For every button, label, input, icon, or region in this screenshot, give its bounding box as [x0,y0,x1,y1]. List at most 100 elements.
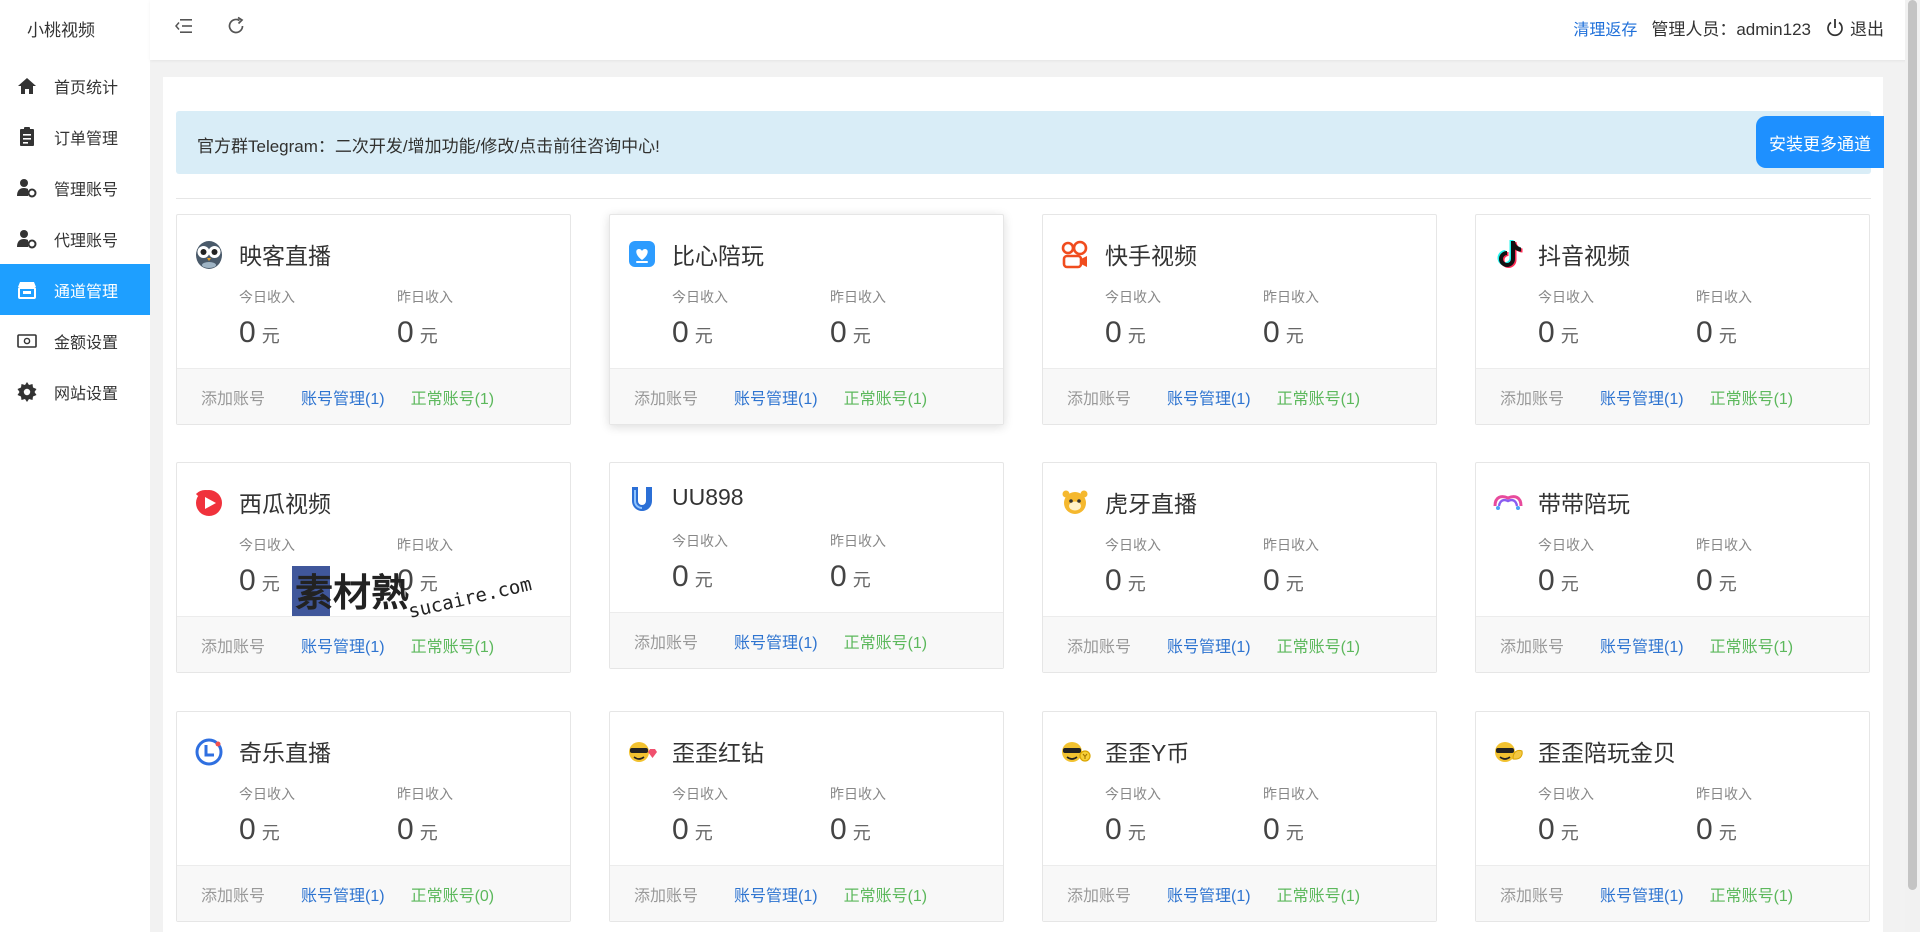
normal-accounts-link[interactable]: 正常账号(1) [844,385,928,409]
card-footer: 添加账号 账号管理(1) 正常账号(1) [177,368,570,424]
normal-accounts-link[interactable]: 正常账号(0) [411,882,495,906]
currency-unit: 元 [1285,326,1304,346]
normal-accounts-link[interactable]: 正常账号(1) [844,629,928,653]
normal-accounts-link[interactable]: 正常账号(1) [1710,385,1794,409]
sidebar-item-amount-settings[interactable]: 金额设置 [0,315,150,366]
normal-accounts-link[interactable]: 正常账号(1) [411,633,495,657]
yesterday-income: 昨日收入 0元 [1263,287,1319,350]
normal-accounts-link[interactable]: 正常账号(1) [1277,385,1361,409]
today-income-value: 0 [1538,813,1555,846]
card-footer: 添加账号 账号管理(1) 正常账号(1) [1476,368,1869,424]
add-account-link[interactable]: 添加账号 [1500,385,1564,409]
card-header: 快手视频 [1059,237,1197,271]
sidebar-item-label: 金额设置 [54,334,119,352]
sidebar-item-admin-accounts[interactable]: 管理账号 [0,162,150,213]
user-gear-icon [16,177,38,199]
card-header: 歪歪Y币 [1059,734,1189,768]
add-account-link[interactable]: 添加账号 [201,633,265,657]
store-icon [16,279,38,301]
today-income-value: 0 [1538,316,1555,349]
yesterday-income-label: 昨日收入 [1696,786,1752,802]
account-manage-link[interactable]: 账号管理(1) [1167,633,1251,657]
sidebar-item-site-settings[interactable]: 网站设置 [0,366,150,417]
add-account-link[interactable]: 添加账号 [1500,633,1564,657]
channel-name: UU898 [672,483,744,510]
normal-accounts-link[interactable]: 正常账号(1) [1277,633,1361,657]
yesterday-income: 昨日收入 0元 [397,287,453,350]
normal-accounts-link[interactable]: 正常账号(1) [844,882,928,906]
channel-card: 奇乐直播 今日收入 0元 昨日收入 0元 添加账号 账号管理(1) 正常账号(0… [176,711,571,922]
refresh-icon[interactable] [224,14,248,38]
today-income: 今日收入 0元 [1538,535,1594,598]
add-account-link[interactable]: 添加账号 [1500,882,1564,906]
install-more-channels-button[interactable]: 安装更多通道 [1756,116,1884,168]
account-manage-link[interactable]: 账号管理(1) [301,385,385,409]
collapse-menu-icon[interactable] [172,14,196,38]
add-account-link[interactable]: 添加账号 [201,385,265,409]
card-header: 奇乐直播 [193,734,331,768]
today-income: 今日收入 0元 [239,535,295,598]
normal-accounts-link[interactable]: 正常账号(1) [1710,882,1794,906]
home-icon [16,75,38,97]
channel-card: 快手视频 今日收入 0元 昨日收入 0元 添加账号 账号管理(1) 正常账号(1… [1042,214,1437,425]
channel-card: 带带陪玩 今日收入 0元 昨日收入 0元 添加账号 账号管理(1) 正常账号(1… [1475,462,1870,673]
account-manage-link[interactable]: 账号管理(1) [1600,882,1684,906]
sidebar-item-agent-accounts[interactable]: 代理账号 [0,213,150,264]
yesterday-income-label: 昨日收入 [397,289,453,305]
today-income-value: 0 [672,813,689,846]
today-income: 今日收入 0元 [239,784,295,847]
add-account-link[interactable]: 添加账号 [1067,385,1131,409]
yesterday-income: 昨日收入 0元 [397,784,453,847]
account-manage-link[interactable]: 账号管理(1) [1167,882,1251,906]
add-account-link[interactable]: 添加账号 [201,882,265,906]
sidebar-item-channels[interactable]: 通道管理 [0,264,150,315]
today-income-label: 今日收入 [1538,786,1594,802]
notice-text-link[interactable]: 官方群Telegram：二次开发/增加功能/修改/点击前往咨询中心! [197,132,660,157]
yesterday-income-label: 昨日收入 [1263,786,1319,802]
normal-accounts-link[interactable]: 正常账号(1) [411,385,495,409]
currency-unit: 元 [694,326,713,346]
sidebar-item-label: 管理账号 [54,181,119,199]
page-scrollbar[interactable] [1905,0,1920,932]
divider [176,198,1871,199]
currency-unit: 元 [1560,574,1579,594]
account-manage-link[interactable]: 账号管理(1) [1600,385,1684,409]
account-manage-link[interactable]: 账号管理(1) [734,629,818,653]
uu898-logo-icon [626,481,658,513]
add-account-link[interactable]: 添加账号 [634,385,698,409]
account-manage-link[interactable]: 账号管理(1) [1600,633,1684,657]
today-income-label: 今日收入 [672,786,728,802]
account-manage-link[interactable]: 账号管理(1) [301,633,385,657]
yesterday-income-value: 0 [1263,316,1280,349]
channel-name: 歪歪陪玩金贝 [1538,740,1676,766]
clear-cache-link[interactable]: 清理返存 [1573,16,1637,40]
account-manage-link[interactable]: 账号管理(1) [734,882,818,906]
account-manage-link[interactable]: 账号管理(1) [734,385,818,409]
qile-logo-icon [193,735,225,767]
power-icon [1823,16,1847,40]
add-account-link[interactable]: 添加账号 [634,629,698,653]
account-manage-link[interactable]: 账号管理(1) [1167,385,1251,409]
sidebar-item-orders[interactable]: 订单管理 [0,111,150,162]
today-income-value: 0 [239,564,256,597]
scrollbar-thumb[interactable] [1908,0,1917,890]
today-income-value: 0 [1105,813,1122,846]
card-header: 比心陪玩 [626,237,764,271]
account-manage-link[interactable]: 账号管理(1) [301,882,385,906]
card-header: 抖音视频 [1492,237,1630,271]
add-account-link[interactable]: 添加账号 [1067,633,1131,657]
card-footer: 添加账号 账号管理(1) 正常账号(0) [177,865,570,921]
sidebar-item-home[interactable]: 首页统计 [0,60,150,111]
owl-logo-icon [193,238,225,270]
add-account-link[interactable]: 添加账号 [634,882,698,906]
add-account-link[interactable]: 添加账号 [1067,882,1131,906]
card-header: 歪歪红钻 [626,734,764,768]
yesterday-income: 昨日收入 0元 [1696,535,1752,598]
yesterday-income: 昨日收入 0元 [830,784,886,847]
yesterday-income: 昨日收入 0元 [1696,784,1752,847]
header-user-area: 清理返存 管理人员：admin123 退出 [1573,15,1884,40]
normal-accounts-link[interactable]: 正常账号(1) [1277,882,1361,906]
logout-button[interactable]: 退出 [1823,15,1884,40]
sidebar-menu: 首页统计 订单管理 管理账号 代理账号 通道管理 金额设置 网站设置 [0,60,150,417]
normal-accounts-link[interactable]: 正常账号(1) [1710,633,1794,657]
